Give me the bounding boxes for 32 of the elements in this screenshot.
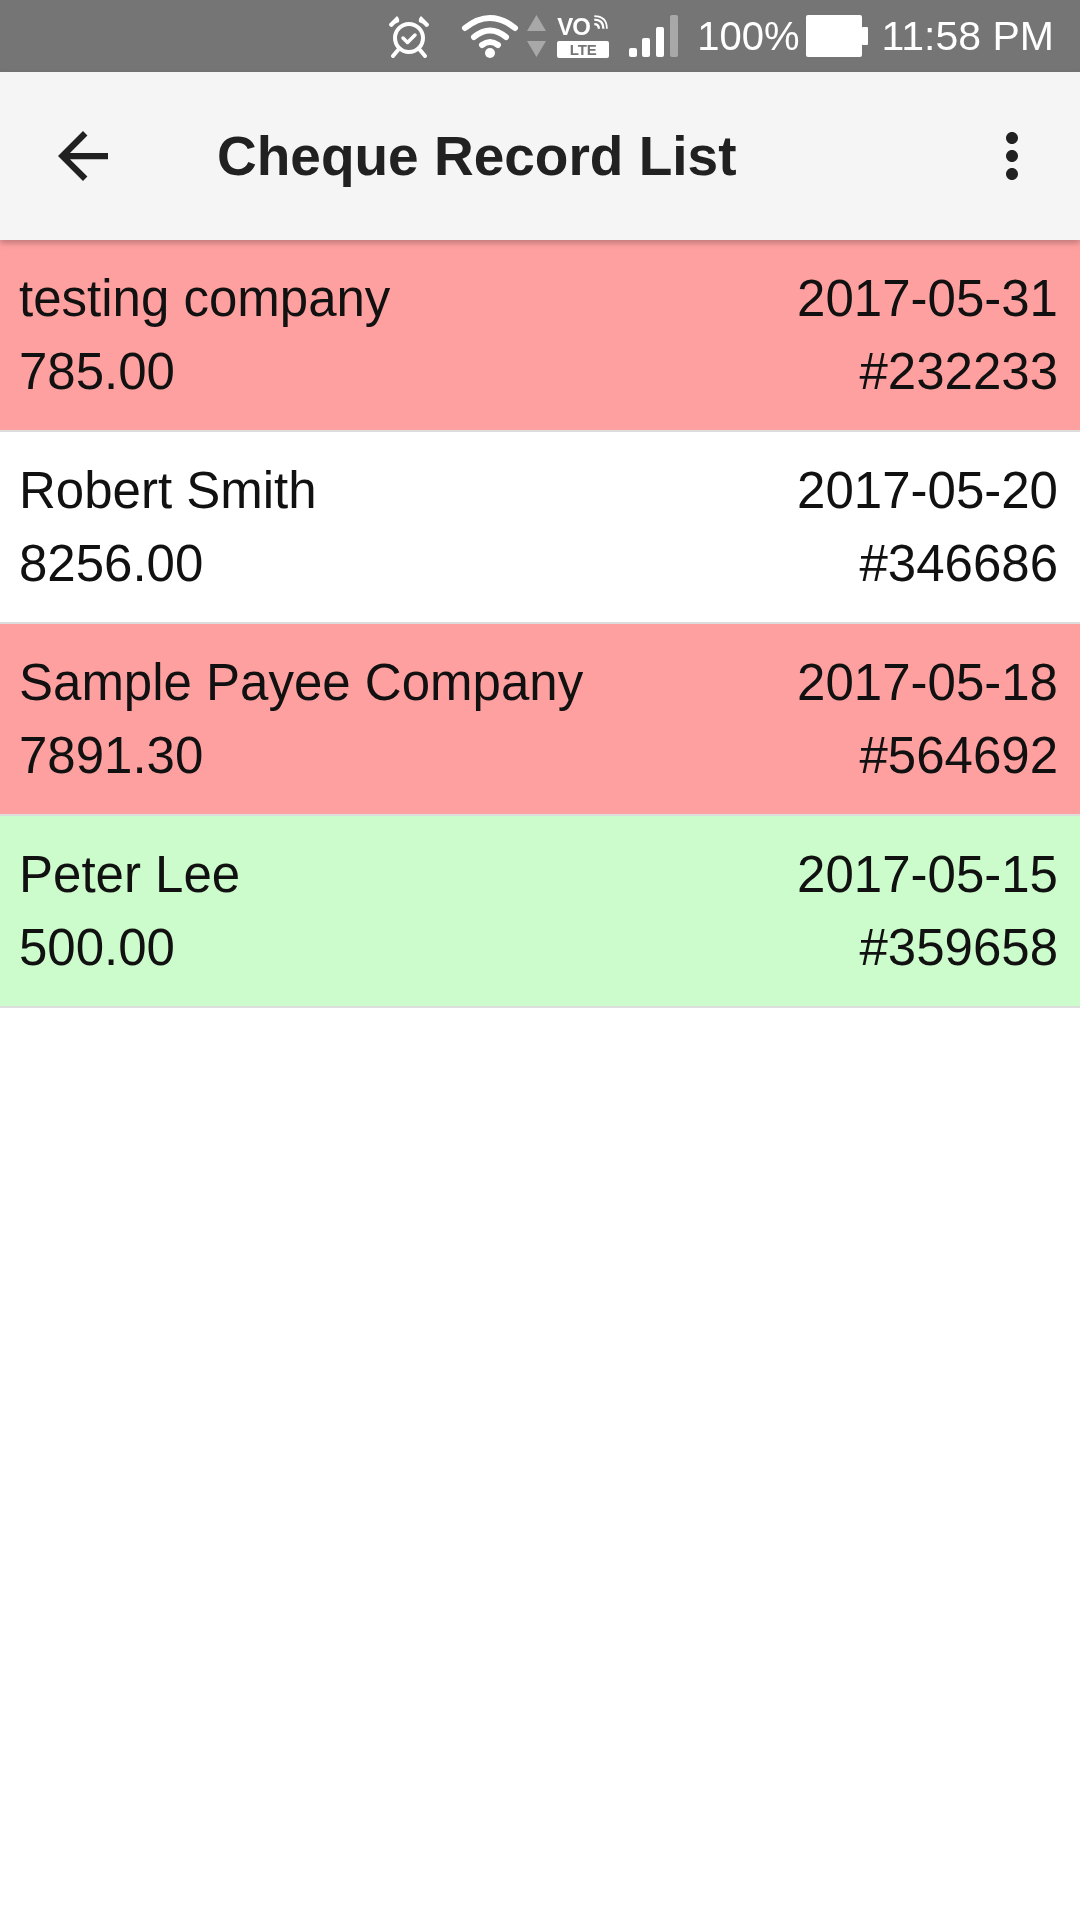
- cheque-amount: 8256.00: [19, 533, 204, 594]
- signal-bars-icon: [629, 15, 680, 57]
- volte-label: VO: [557, 14, 591, 39]
- back-arrow-icon[interactable]: [58, 131, 108, 181]
- more-options-icon[interactable]: [1006, 132, 1018, 180]
- payee-name: testing company: [19, 268, 391, 329]
- cheque-number: #232233: [859, 341, 1058, 402]
- payee-name: Peter Lee: [19, 844, 241, 905]
- payee-name: Robert Smith: [19, 460, 317, 521]
- cheque-row[interactable]: Sample Payee Company 2017-05-18 7891.30 #564692: [0, 624, 1080, 816]
- cheque-date: 2017-05-31: [797, 268, 1058, 329]
- lte-badge: LTE: [557, 40, 610, 58]
- cheque-row[interactable]: Peter Lee 2017-05-15 500.00 #359658: [0, 816, 1080, 1008]
- cheque-amount: 500.00: [19, 917, 175, 978]
- data-arrows-icon: [526, 14, 548, 58]
- cheque-date: 2017-05-15: [797, 844, 1058, 905]
- cheque-number: #346686: [859, 533, 1058, 594]
- cheque-amount: 7891.30: [19, 725, 204, 786]
- cheque-row[interactable]: testing company 2017-05-31 785.00 #232233: [0, 240, 1080, 432]
- cheque-date: 2017-05-20: [797, 460, 1058, 521]
- battery-icon: [805, 15, 868, 57]
- signal-waves-icon: [591, 14, 608, 31]
- screen-title: Cheque Record List: [217, 124, 737, 189]
- wifi-icon: [461, 14, 520, 58]
- cheque-amount: 785.00: [19, 341, 175, 402]
- cheque-number: #564692: [859, 725, 1058, 786]
- payee-name: Sample Payee Company: [19, 652, 584, 713]
- clock-time: 11:58 PM: [881, 13, 1054, 59]
- cheque-number: #359658: [859, 917, 1058, 978]
- alarm-clock-icon: [387, 14, 432, 58]
- battery-percentage: 100%: [697, 13, 800, 59]
- cheque-date: 2017-05-18: [797, 652, 1058, 713]
